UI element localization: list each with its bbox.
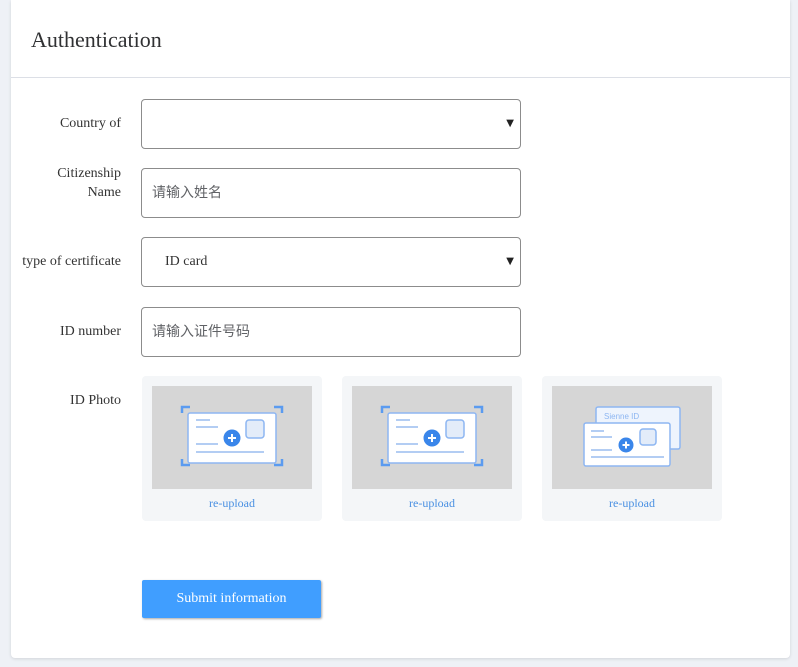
sample-card-text: Sienne ID	[604, 412, 639, 421]
submit-button[interactable]: Submit information	[142, 580, 321, 618]
caret-down-icon: ▼	[506, 118, 514, 129]
id-number-label: ID number	[59, 324, 121, 339]
page-title: Authentication	[31, 27, 162, 52]
id-number-field[interactable]	[141, 307, 521, 357]
cert-type-select[interactable]: ID card ▼	[141, 237, 521, 287]
id-photo-back-upload[interactable]: re-upload	[342, 376, 522, 521]
id-photo-front-upload[interactable]: re-upload	[142, 376, 322, 521]
cert-type-label: type of certificate	[22, 254, 121, 269]
name-label: Citizenship Name	[57, 166, 121, 200]
name-input[interactable]	[142, 169, 520, 217]
country-select[interactable]: ▼	[141, 99, 521, 149]
auth-card: Authentication Country of ▼ Citizenship …	[11, 0, 790, 658]
id-photo-label: ID Photo	[70, 393, 121, 408]
name-field[interactable]	[141, 168, 521, 218]
re-upload-link[interactable]: re-upload	[342, 496, 522, 511]
id-card-front-icon	[152, 386, 312, 489]
country-label: Country of	[59, 116, 121, 131]
cert-type-value: ID card	[165, 254, 208, 269]
id-card-sample-icon: Sienne ID	[552, 386, 712, 489]
re-upload-link[interactable]: re-upload	[542, 496, 722, 511]
card-header: Authentication	[11, 0, 790, 78]
id-photo-sample-upload[interactable]: Sienne ID re-upload	[542, 376, 722, 521]
caret-down-icon: ▼	[506, 256, 514, 267]
re-upload-link[interactable]: re-upload	[142, 496, 322, 511]
id-card-back-icon	[352, 386, 512, 489]
id-number-input[interactable]	[142, 308, 520, 356]
